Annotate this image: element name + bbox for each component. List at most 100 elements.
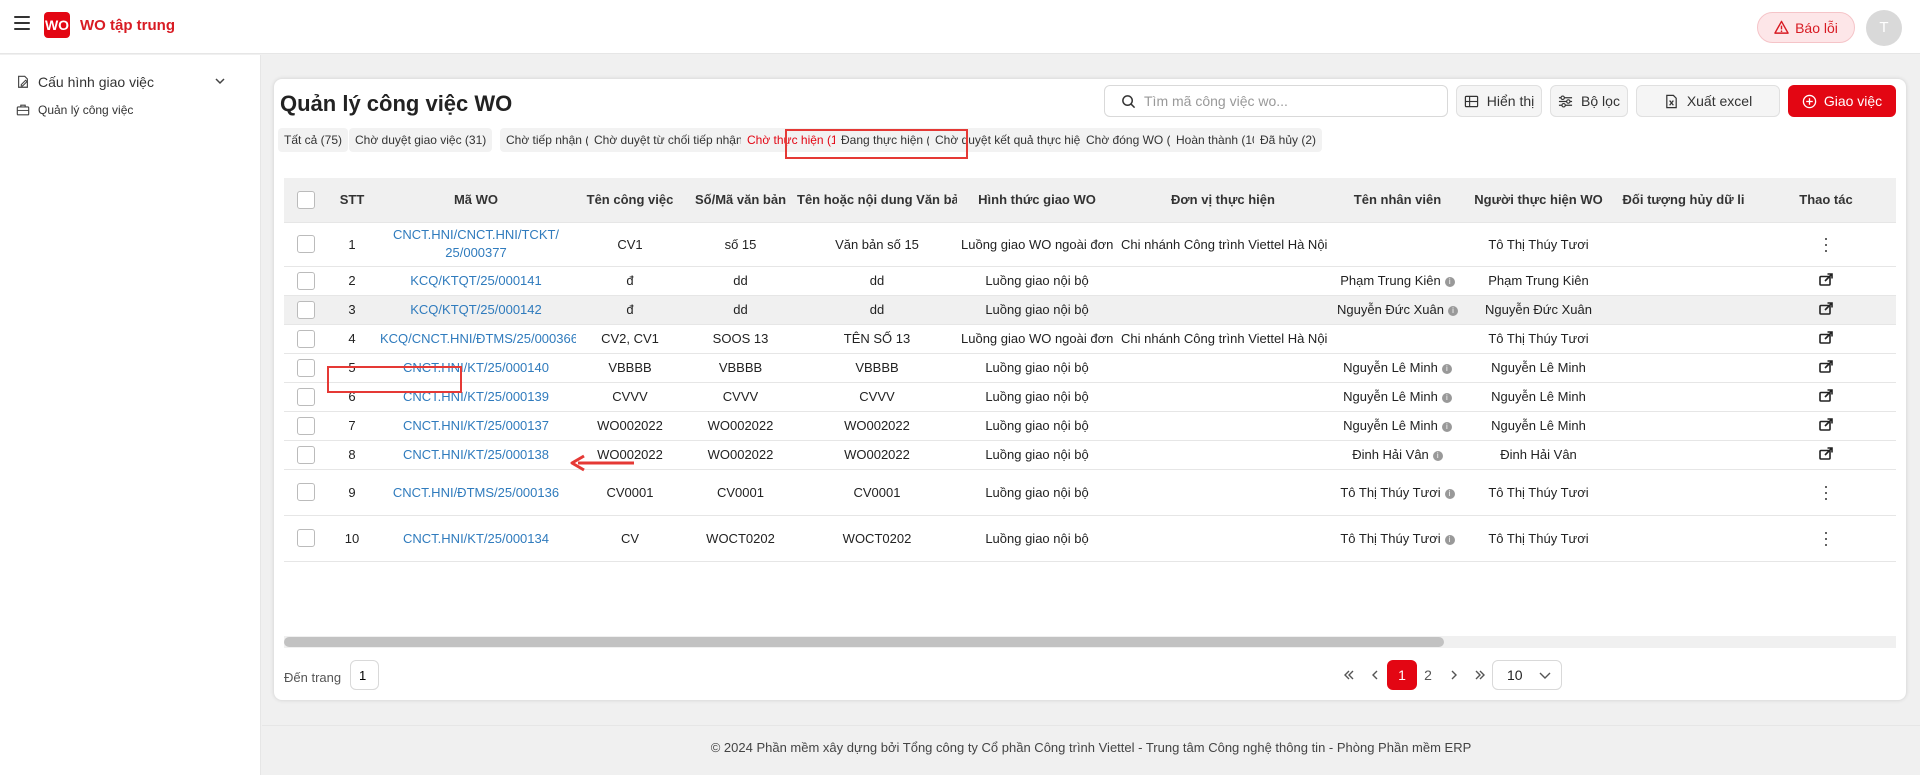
wo-code-link[interactable]: CNCT.HNI/KT/25/000137 [403,418,549,433]
prev-page-button[interactable] [1360,660,1390,690]
cell-ma-wo[interactable]: KCQ/KTQT/25/000142 [376,295,576,325]
wo-code-link[interactable]: KCQ/KTQT/25/000142 [410,302,542,317]
row-checkbox[interactable] [297,358,315,377]
cell-stt: 10 [328,515,376,562]
wo-code-link[interactable]: CNCT.HNI/KT/25/000138 [403,447,549,462]
scrollbar-thumb[interactable] [284,637,1444,647]
cell-ten-cv: CVVV [576,382,684,412]
table-row[interactable]: 5 CNCT.HNI/KT/25/000140 VBBBB VBBBB VBBBB Luồ… [284,353,1896,383]
share-icon[interactable] [1819,359,1833,376]
info-icon[interactable]: i [1444,277,1455,287]
sidebar-item-task-management[interactable]: Quản lý công việc [16,103,133,117]
table-row[interactable]: 2 KCQ/KTQT/25/000141 đ dd dd Luồng giao nội b… [284,266,1896,296]
info-icon[interactable]: i [1447,306,1458,316]
display-button[interactable]: Hiển thị [1456,85,1542,117]
cell-hinh-thuc: Luồng giao WO ngoài đơn vị [957,324,1117,354]
table-row[interactable]: 3 KCQ/KTQT/25/000142 đ dd dd Luồng giao nội b… [284,295,1896,325]
sidebar-group-label: Cấu hình giao việc [38,74,154,90]
last-page-button[interactable] [1465,660,1495,690]
assign-task-button[interactable]: Giao việc [1788,85,1896,117]
row-checkbox[interactable] [297,416,315,435]
cell-ma-wo[interactable]: CNCT.HNI/CNCT.HNI/TCKT/25/000377 [376,222,576,267]
share-icon[interactable] [1819,446,1833,463]
more-actions-icon[interactable] [1824,237,1828,252]
share-icon[interactable] [1819,272,1833,289]
table-row[interactable]: 4 KCQ/CNCT.HNI/ĐTMS/25/000366 CV2, CV1 SOOS… [284,324,1896,354]
wo-code-link[interactable]: CNCT.HNI/ĐTMS/25/000136 [393,485,559,500]
export-excel-button[interactable]: Xuất excel [1636,85,1780,117]
wo-code-link[interactable]: CNCT.HNI/CNCT.HNI/TCKT/25/000377 [390,226,562,262]
wo-code-link[interactable]: CNCT.HNI/KT/25/000134 [403,531,549,546]
cell-nguoi-th: Phạm Trung Kiên [1466,266,1611,296]
row-checkbox[interactable] [297,387,315,406]
row-checkbox[interactable] [297,271,315,290]
cell-text: Tô Thị Thúy Tươi [1340,484,1441,500]
more-actions-icon[interactable] [1824,485,1828,500]
tab-cancelled[interactable]: Đã hủy (2) [1254,128,1323,152]
cell-text: WO002022 [707,418,774,433]
cell-text: VBBBB [608,360,652,375]
row-select-cell [284,411,328,441]
cell-ma-wo[interactable]: KCQ/CNCT.HNI/ĐTMS/25/000366 [376,324,576,354]
search-input[interactable] [1144,93,1434,109]
table-row[interactable]: 9 CNCT.HNI/ĐTMS/25/000136 CV0001 CV0001 CV00… [284,469,1896,516]
cell-ma-wo[interactable]: CNCT.HNI/ĐTMS/25/000136 [376,469,576,516]
search-box[interactable] [1104,85,1448,117]
cell-ma-wo[interactable]: CNCT.HNI/KT/25/000138 [376,440,576,470]
table-row[interactable]: 6 CNCT.HNI/KT/25/000139 CVVV CVVV CVVV Luồng … [284,382,1896,412]
main-card: Quản lý công việc WO Hiển thị Bộ lọc Xuấ… [274,79,1906,700]
info-icon[interactable]: i [1444,488,1455,499]
cell-stt: 7 [328,411,376,441]
page-size-select[interactable]: 10 [1492,660,1562,690]
row-checkbox[interactable] [297,329,315,348]
cell-ma-wo[interactable]: CNCT.HNI/KT/25/000137 [376,411,576,441]
avatar[interactable]: T [1866,10,1902,46]
cell-actions [1756,411,1896,441]
cell-so-vb: SOOS 13 [684,324,797,354]
filter-label: Bộ lọc [1581,93,1620,109]
table-row[interactable]: 10 CNCT.HNI/KT/25/000134 CV WOCT0202 WOCT020… [284,515,1896,562]
tab-all[interactable]: Tất cả (75) [278,128,349,152]
info-icon[interactable]: i [1441,422,1452,432]
share-icon[interactable] [1819,388,1833,405]
cell-text: Luồng giao nội bộ [985,530,1089,546]
table-row[interactable]: 8 CNCT.HNI/KT/25/000138 WO002022 WO002022 WO… [284,440,1896,470]
info-icon[interactable]: i [1441,393,1452,403]
filter-button[interactable]: Bộ lọc [1550,85,1628,117]
row-checkbox[interactable] [297,300,315,319]
row-checkbox[interactable] [297,445,315,464]
wo-code-link[interactable]: KCQ/CNCT.HNI/ĐTMS/25/000366 [380,331,576,346]
cell-ten-cv: CV0001 [576,469,684,516]
info-icon[interactable]: i [1432,451,1443,461]
table-row[interactable]: 7 CNCT.HNI/KT/25/000137 WO002022 WO002022 WO… [284,411,1896,441]
cell-text: 9 [348,484,356,500]
tab-pending-reject[interactable]: Chờ duyệt từ chối tiếp nhận (5) [588,128,767,152]
table-row[interactable]: 1 CNCT.HNI/CNCT.HNI/TCKT/25/000377 CV1 số 1… [284,222,1896,267]
share-icon[interactable] [1819,417,1833,434]
sidebar-group-config[interactable]: Cấu hình giao việc [16,71,226,93]
select-all-checkbox[interactable] [297,190,315,209]
tab-pending-assign[interactable]: Chờ duyệt giao việc (31) [349,128,493,152]
more-actions-icon[interactable] [1824,531,1828,546]
share-icon[interactable] [1819,301,1833,318]
row-checkbox[interactable] [297,529,315,547]
cell-ten-cv: CV1 [576,222,684,267]
wo-code-link[interactable]: KCQ/KTQT/25/000141 [410,273,542,288]
row-checkbox[interactable] [297,235,315,253]
col-header: STT [328,178,376,223]
cell-text: Tô Thị Thúy Tươi [1488,530,1589,546]
row-highlight-box [327,366,462,393]
row-select-cell [284,382,328,412]
cell-nguoi-th: Đinh Hải Vân [1466,440,1611,470]
horizontal-scrollbar[interactable] [284,636,1896,648]
col-header: Mã WO [376,178,576,223]
menu-icon[interactable] [14,16,30,30]
info-icon[interactable]: i [1444,534,1455,545]
info-icon[interactable]: i [1441,364,1452,374]
cell-ma-wo[interactable]: CNCT.HNI/KT/25/000134 [376,515,576,562]
report-error-button[interactable]: Báo lỗi [1757,12,1855,43]
goto-page-input[interactable] [350,660,379,690]
cell-ma-wo[interactable]: KCQ/KTQT/25/000141 [376,266,576,296]
share-icon[interactable] [1819,330,1833,347]
row-checkbox[interactable] [297,483,315,501]
